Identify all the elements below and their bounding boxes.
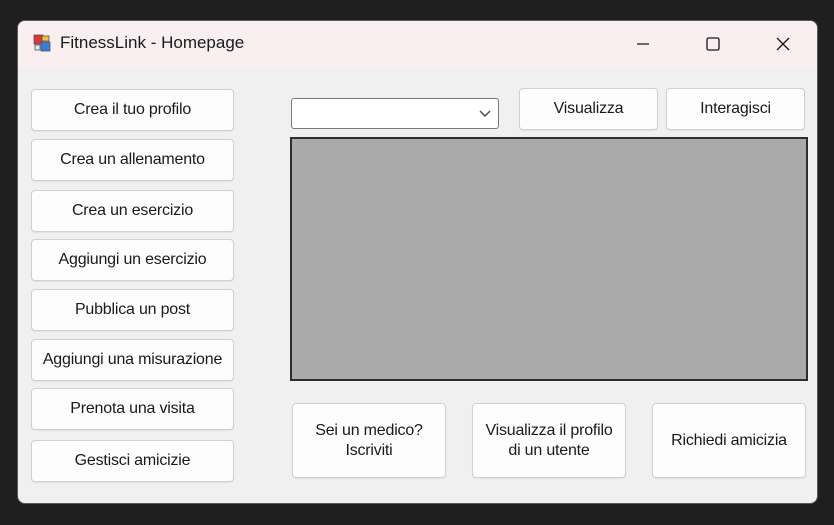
crea-allenamento-button[interactable]: Crea un allenamento [31, 139, 234, 181]
maximize-icon [706, 37, 720, 51]
window-title: FitnessLink - Homepage [60, 33, 245, 52]
close-icon [776, 37, 790, 51]
aggiungi-misurazione-button[interactable]: Aggiungi una misurazione [31, 339, 234, 381]
minimize-button[interactable] [620, 21, 666, 67]
title-bar[interactable]: FitnessLink - Homepage [18, 21, 817, 67]
richiedi-amicizia-button[interactable]: Richiedi amicizia [652, 403, 806, 478]
prenota-visita-button[interactable]: Prenota una visita [31, 388, 234, 430]
gestisci-amicizie-button[interactable]: Gestisci amicizie [31, 440, 234, 482]
close-button[interactable] [760, 21, 806, 67]
app-window: FitnessLink - Homepage Crea il tuo profi… [17, 20, 818, 504]
minimize-icon [637, 43, 649, 45]
maximize-button[interactable] [690, 21, 736, 67]
interagisci-button[interactable]: Interagisci [666, 88, 805, 130]
pubblica-post-button[interactable]: Pubblica un post [31, 289, 234, 331]
crea-esercizio-button[interactable]: Crea un esercizio [31, 190, 234, 232]
crea-profilo-button[interactable]: Crea il tuo profilo [31, 89, 234, 131]
aggiungi-esercizio-button[interactable]: Aggiungi un esercizio [31, 239, 234, 281]
chevron-down-icon [479, 110, 491, 117]
app-icon [33, 34, 51, 52]
content-display-panel [290, 137, 808, 381]
visualizza-profilo-utente-button[interactable]: Visualizza il profilo di un utente [472, 403, 626, 478]
user-select-dropdown[interactable] [291, 98, 499, 129]
medico-iscriviti-button[interactable]: Sei un medico? Iscriviti [292, 403, 446, 478]
visualizza-button[interactable]: Visualizza [519, 88, 658, 130]
